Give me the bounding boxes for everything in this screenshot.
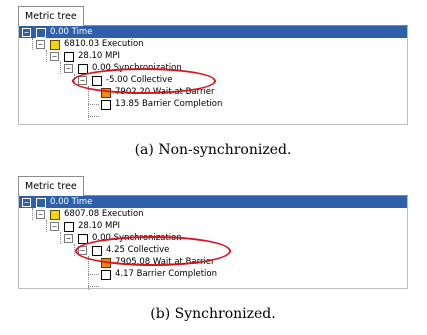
- tree-row-label: 0.00 Time: [50, 197, 93, 207]
- tree-guide: [88, 286, 99, 287]
- metric-box-icon: [64, 221, 74, 232]
- tree-row-synchronization[interactable]: − 0.00 Synchronization: [19, 62, 407, 74]
- tree-row-barrier-completion[interactable]: 4.17 Barrier Completion: [19, 268, 407, 280]
- metric-box-icon: [101, 99, 111, 110]
- metric-box-icon: [36, 27, 46, 38]
- collapse-toggle-icon[interactable]: −: [50, 52, 59, 61]
- tree-row-execution[interactable]: − 6810.03 Execution: [19, 38, 407, 50]
- metric-tree: − 0.00 Time − 6807.08 Execution − 28.10 …: [18, 196, 408, 290]
- tree-row-mpi[interactable]: − 28.10 MPI: [19, 220, 407, 232]
- tree-guide: [88, 116, 99, 117]
- tree-row-time[interactable]: − 0.00 Time: [19, 196, 407, 208]
- tab-strip: Metric tree: [18, 6, 408, 26]
- tree-row-label: 6810.03 Execution: [64, 39, 144, 49]
- highlight-ellipse: [72, 68, 216, 94]
- tree-row-barrier-completion[interactable]: 13.85 Barrier Completion: [19, 98, 407, 110]
- caption: (a) Non-synchronized.: [134, 142, 292, 158]
- collapse-toggle-icon[interactable]: −: [22, 28, 31, 37]
- caption: (b) Synchronized.: [150, 306, 276, 322]
- collapse-toggle-icon[interactable]: −: [50, 222, 59, 231]
- collapse-toggle-icon[interactable]: −: [64, 64, 73, 73]
- metric-tree: − 0.00 Time − 6810.03 Execution − 28.10 …: [18, 26, 408, 125]
- tab-strip: Metric tree: [18, 176, 408, 196]
- collapse-toggle-icon[interactable]: −: [22, 198, 31, 207]
- tree-row-label: 28.10 MPI: [78, 51, 121, 61]
- tree-row-time[interactable]: − 0.00 Time: [19, 26, 407, 38]
- tree-row-label: 28.10 MPI: [78, 221, 121, 231]
- metric-tree-panel-sync: Metric tree − 0.00 Time − 6807.08 Execut…: [18, 176, 408, 322]
- tree-row-label: 6807.08 Execution: [64, 209, 144, 219]
- tree-row-label: 13.85 Barrier Completion: [115, 99, 223, 109]
- tree-row-mpi[interactable]: − 28.10 MPI: [19, 50, 407, 62]
- highlight-ellipse: [75, 236, 231, 266]
- metric-box-icon: [101, 269, 111, 280]
- tree-row-execution[interactable]: − 6807.08 Execution: [19, 208, 407, 220]
- metric-tree-panel-nonsync: Metric tree − 0.00 Time − 6810.03 Execut…: [18, 6, 408, 158]
- collapse-toggle-icon[interactable]: −: [64, 234, 73, 243]
- collapse-toggle-icon[interactable]: −: [36, 210, 45, 219]
- tree-row-label: 4.17 Barrier Completion: [115, 269, 217, 279]
- metric-box-icon: [50, 209, 60, 220]
- metric-box-icon: [64, 51, 74, 62]
- tab-metric-tree[interactable]: Metric tree: [18, 6, 84, 26]
- tree-row-wait-at-barrier[interactable]: 7902.20 Wait at Barrier: [19, 86, 407, 98]
- collapse-toggle-icon[interactable]: −: [36, 40, 45, 49]
- metric-box-icon: [50, 39, 60, 50]
- tree-row-label: 0.00 Time: [50, 27, 93, 37]
- metric-box-icon: [36, 197, 46, 208]
- tab-metric-tree[interactable]: Metric tree: [18, 176, 84, 196]
